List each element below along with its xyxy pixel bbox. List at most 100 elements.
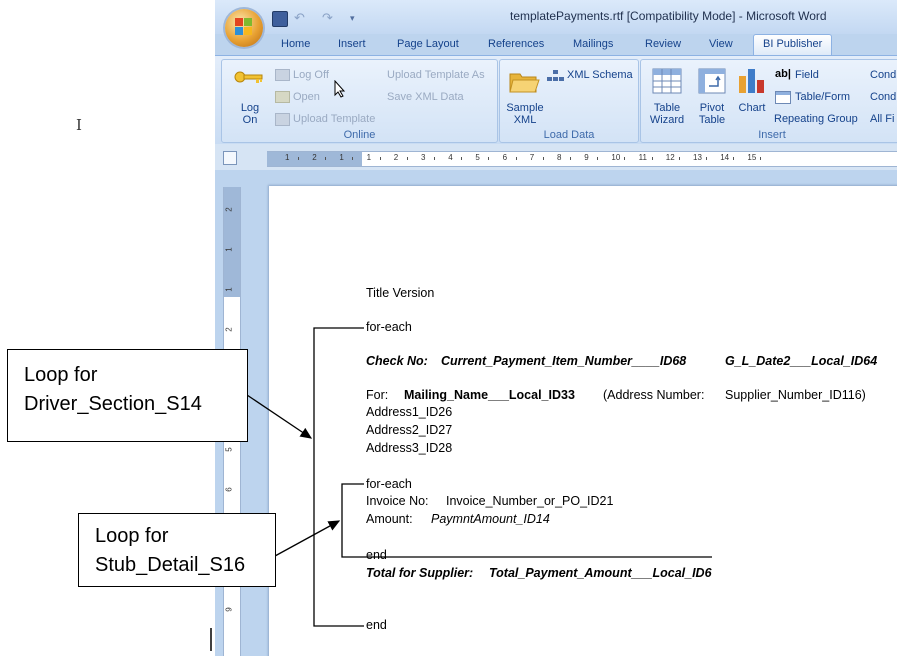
- ruler-number: 13: [693, 153, 702, 162]
- ruler-number: 5: [475, 153, 480, 162]
- ruler-number: 4: [448, 153, 453, 162]
- ruler-number: 10: [611, 153, 621, 162]
- ribbon-tabs: Home Insert Page Layout References Maili…: [215, 34, 897, 56]
- horizontal-ruler[interactable]: 1 2 1 1 2 3 4 5 6 7 8 9 10 11 12 13 14 15: [267, 151, 897, 167]
- all-fields-button[interactable]: All Fi: [870, 113, 894, 125]
- vertical-ruler-number: 2: [224, 327, 234, 332]
- vertical-ruler-number: 9: [224, 607, 234, 612]
- group-insert: Table Wizard Pivot Table Chart ab| Field…: [640, 59, 897, 143]
- end-driver: end: [366, 618, 387, 632]
- xml-schema-button[interactable]: XML Schema: [567, 69, 633, 81]
- table-wizard-button[interactable]: Table Wizard: [645, 102, 689, 126]
- amount-label: Amount:: [366, 512, 413, 526]
- ruler-number: 14: [720, 153, 730, 162]
- sample-xml-button[interactable]: Sample XML: [503, 102, 547, 126]
- ruler-number: 2: [393, 153, 399, 162]
- total-for-supplier-label: Total for Supplier:: [366, 566, 474, 580]
- key-icon: [234, 70, 264, 84]
- conditional-region-button[interactable]: Cond: [870, 91, 896, 103]
- ruler-tick: [597, 157, 599, 160]
- title-version-field: Title Version: [366, 286, 435, 300]
- total-payment-field: Total_Payment_Amount___Local_ID6: [489, 566, 712, 580]
- redo-icon[interactable]: ↷: [322, 11, 336, 25]
- group-online: Log On Log Off Open Upload Template Uplo…: [221, 59, 498, 143]
- vertical-ruler-number: 1: [224, 287, 234, 292]
- end-stub: end: [366, 548, 387, 562]
- office-logo-icon: [235, 18, 253, 36]
- chart-button[interactable]: Chart: [733, 102, 771, 114]
- for-label: For:: [366, 388, 389, 402]
- address2-field: Address2_ID27: [366, 423, 453, 437]
- address1-field: Address1_ID26: [366, 405, 453, 419]
- stub-detail-callout: Loop for Stub_Detail_S16: [78, 513, 276, 587]
- window-title: templatePayments.rtf [Compatibility Mode…: [510, 9, 827, 23]
- tab-review[interactable]: Review: [645, 38, 681, 50]
- tab-references[interactable]: References: [488, 38, 544, 50]
- table-form-icon: [775, 91, 791, 104]
- field-icon: ab|: [775, 68, 791, 80]
- stub-callout-line1: Loop for: [95, 525, 169, 547]
- tab-bi-publisher[interactable]: BI Publisher: [753, 34, 833, 56]
- ruler-number: 1: [285, 153, 290, 162]
- group-load-data: Sample XML XML Schema Load Data: [499, 59, 639, 143]
- ruler-bar: 1 2 1 1 2 3 4 5 6 7 8 9 10 11 12 13 14 15: [215, 144, 897, 170]
- for-each-stub: for-each: [366, 477, 412, 491]
- save-icon[interactable]: [272, 11, 288, 27]
- vertical-ruler-number: 5: [224, 447, 234, 452]
- tab-mailings[interactable]: Mailings: [573, 38, 613, 50]
- vertical-ruler-number: 6: [224, 487, 234, 492]
- open-icon: [275, 91, 290, 103]
- table-wizard-icon: [652, 68, 682, 99]
- tab-page-layout[interactable]: Page Layout: [397, 38, 459, 50]
- ruler-number: 11: [638, 153, 647, 162]
- upload-template-as-button[interactable]: Upload Template As: [387, 69, 485, 81]
- ruler-number: 1: [339, 153, 344, 162]
- upload-template-button[interactable]: Upload Template: [293, 113, 375, 125]
- tab-view[interactable]: View: [709, 38, 733, 50]
- invoice-no-label: Invoice No:: [366, 494, 429, 508]
- check-no-field: Current_Payment_Item_Number____ID68: [441, 354, 687, 368]
- ruler-number: 9: [584, 153, 589, 162]
- log-off-icon: [275, 69, 290, 81]
- tab-insert[interactable]: Insert: [338, 38, 366, 50]
- ruler-number: 6: [502, 153, 508, 162]
- mailing-name-field: Mailing_Name___Local_ID33: [404, 388, 575, 402]
- ruler-number: 7: [529, 153, 535, 162]
- conditional-format-button[interactable]: Cond: [870, 69, 896, 81]
- amount-field: PaymntAmount_ID14: [431, 512, 550, 526]
- ruler-number: 12: [665, 153, 675, 162]
- address-number-label: (Address Number:: [603, 388, 705, 402]
- office-button[interactable]: [225, 9, 263, 47]
- tab-selector-button[interactable]: [223, 151, 237, 165]
- invoice-no-field: Invoice_Number_or_PO_ID21: [446, 494, 614, 508]
- ruler-number: 1: [366, 153, 372, 162]
- pivot-table-icon: [698, 68, 726, 99]
- repeating-group-button[interactable]: Repeating Group: [774, 113, 858, 125]
- group-online-label: Online: [343, 129, 376, 141]
- stub-callout-line2: Stub_Detail_S16: [95, 554, 246, 576]
- save-xml-data-button[interactable]: Save XML Data: [387, 91, 464, 103]
- pivot-table-button[interactable]: Pivot Table: [693, 102, 731, 126]
- word-window: templatePayments.rtf [Compatibility Mode…: [215, 0, 897, 656]
- ruler-tick: [678, 157, 680, 160]
- undo-icon[interactable]: ↶: [294, 11, 308, 25]
- tab-home[interactable]: Home: [281, 38, 310, 50]
- ruler-tick: [515, 157, 517, 160]
- address3-field: Address3_ID28: [366, 441, 453, 455]
- open-button[interactable]: Open: [293, 91, 320, 103]
- log-on-button[interactable]: Log On: [238, 102, 262, 126]
- quick-access-toolbar: ↶ ↷ ▾: [272, 11, 372, 27]
- table-form-button[interactable]: Table/Form: [795, 91, 850, 103]
- group-insert-label: Insert: [758, 129, 786, 141]
- ruler-tick: [461, 157, 463, 160]
- driver-callout-line1: Loop for: [24, 364, 98, 386]
- field-button[interactable]: Field: [795, 69, 819, 81]
- document-page[interactable]: [269, 186, 897, 656]
- log-off-button[interactable]: Log Off: [293, 69, 329, 81]
- ruler-tick: [706, 157, 707, 160]
- customize-qat-icon[interactable]: ▾: [350, 11, 364, 25]
- ruler-tick: [325, 157, 327, 160]
- ruler-number: 3: [421, 153, 426, 162]
- driver-section-callout: Loop for Driver_Section_S14: [7, 349, 248, 442]
- chart-icon: [737, 66, 767, 99]
